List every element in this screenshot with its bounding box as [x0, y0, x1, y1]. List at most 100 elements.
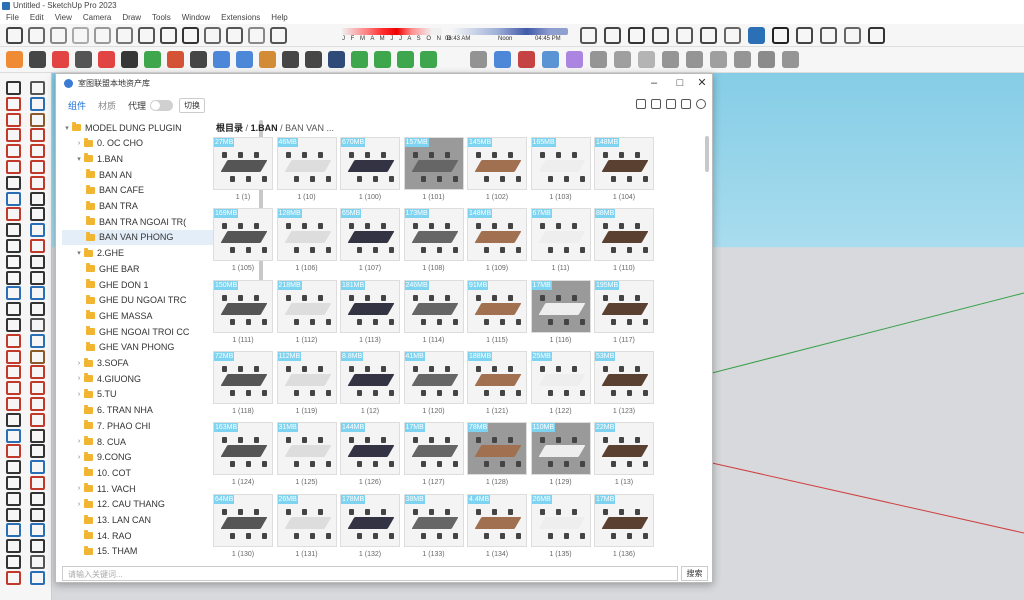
component-card[interactable]: 31MB 1 (125)	[276, 422, 337, 486]
toolbar-view-icon[interactable]	[796, 27, 813, 44]
plugin-tool-icon[interactable]	[734, 51, 751, 68]
component-thumbnail[interactable]: 8.8MB	[340, 350, 400, 404]
draw-tool-icon[interactable]	[6, 523, 21, 538]
component-thumbnail[interactable]: 195MB	[594, 279, 654, 333]
toolbar-view-icon[interactable]	[652, 27, 669, 44]
toolbar-view-icon[interactable]	[604, 27, 621, 44]
component-card[interactable]: 181MB 1 (113)	[340, 279, 400, 344]
component-card[interactable]: 8.8MB 1 (12)	[340, 350, 400, 415]
expand-arrow-icon[interactable]: ›	[74, 360, 84, 367]
component-card[interactable]: 17MB 1 (136)	[594, 493, 654, 558]
proxy-toggle[interactable]	[150, 99, 174, 111]
draw-tool-icon[interactable]	[6, 286, 21, 301]
expand-arrow-icon[interactable]: ›	[74, 391, 84, 398]
draw-tool-icon[interactable]	[30, 318, 45, 332]
settings-gear-icon[interactable]	[696, 99, 706, 109]
component-thumbnail[interactable]: 78MB	[467, 422, 527, 476]
component-card[interactable]: 72MB 1 (118)	[213, 350, 273, 415]
plugin-tool-icon[interactable]	[518, 51, 535, 68]
component-card[interactable]: 91MB 1 (115)	[467, 279, 527, 344]
draw-tool-icon[interactable]	[30, 460, 45, 475]
draw-tool-icon[interactable]	[6, 539, 21, 554]
draw-tool-icon[interactable]	[6, 412, 21, 427]
menu-extensions[interactable]: Extensions	[215, 11, 265, 24]
component-thumbnail[interactable]: 246MB	[403, 279, 464, 333]
expand-arrow-icon[interactable]: ▾	[62, 124, 72, 132]
component-card[interactable]: 22MB 1 (13)	[594, 422, 654, 486]
plugin-tool-icon[interactable]	[470, 51, 487, 68]
component-thumbnail[interactable]: 188MB	[467, 350, 527, 404]
component-card[interactable]: 169MB 1 (105)	[213, 208, 273, 272]
minimize-button[interactable]: –	[640, 74, 668, 93]
component-card[interactable]: 110MB 1 (129)	[530, 422, 591, 486]
component-thumbnail[interactable]: 41MB	[403, 350, 464, 404]
component-card[interactable]: 163MB 1 (124)	[213, 422, 273, 486]
expand-arrow-icon[interactable]: ›	[74, 501, 84, 508]
component-thumbnail[interactable]: 144MB	[340, 422, 400, 476]
component-card[interactable]: 26MB 1 (131)	[276, 493, 337, 558]
component-thumbnail[interactable]: 181MB	[340, 279, 400, 333]
component-card[interactable]: 218MB 1 (112)	[276, 279, 337, 344]
expand-arrow-icon[interactable]: ›	[74, 375, 84, 382]
draw-tool-icon[interactable]	[6, 444, 21, 459]
component-thumbnail[interactable]: 128MB	[276, 208, 337, 262]
search-input[interactable]: 请输入关键词...	[62, 566, 678, 581]
component-thumbnail[interactable]: 163MB	[213, 422, 273, 476]
draw-tool-icon[interactable]	[30, 555, 45, 569]
toolbar-view-icon[interactable]	[724, 27, 741, 44]
plugin-tool-icon[interactable]	[614, 51, 631, 68]
component-card[interactable]: 25MB 1 (122)	[530, 350, 591, 415]
component-card[interactable]: 246MB 1 (114)	[403, 279, 464, 344]
draw-tool-icon[interactable]	[6, 349, 21, 364]
component-thumbnail[interactable]: 178MB	[340, 493, 400, 547]
plugin-tool-icon[interactable]	[542, 51, 559, 68]
component-thumbnail[interactable]: 72MB	[213, 350, 273, 404]
component-card[interactable]: 4.4MB 1 (134)	[467, 493, 527, 558]
component-thumbnail[interactable]: 17MB	[530, 279, 591, 333]
draw-tool-icon[interactable]	[30, 128, 45, 143]
cloud-icon[interactable]	[636, 99, 646, 109]
component-card[interactable]: 88MB 1 (110)	[594, 208, 654, 272]
component-thumbnail[interactable]: 169MB	[213, 208, 273, 262]
menu-tools[interactable]: Tools	[146, 11, 176, 24]
draw-tool-icon[interactable]	[6, 491, 21, 506]
draw-tool-icon[interactable]	[30, 112, 45, 127]
draw-tool-icon[interactable]	[6, 160, 21, 174]
component-thumbnail[interactable]: 38MB	[403, 493, 464, 547]
toolbar-tool-icon[interactable]	[116, 27, 133, 44]
component-thumbnail[interactable]: 88MB	[594, 208, 654, 262]
draw-tool-icon[interactable]	[30, 175, 45, 190]
component-thumbnail[interactable]: 218MB	[276, 279, 337, 333]
toolbar-tool-icon[interactable]	[50, 27, 67, 44]
plugin-tool-icon[interactable]	[29, 51, 46, 68]
plugin-tool-icon[interactable]	[52, 51, 69, 68]
draw-tool-icon[interactable]	[30, 570, 45, 585]
component-thumbnail[interactable]: 65MB	[340, 208, 400, 262]
component-thumbnail[interactable]: 25MB	[530, 350, 591, 404]
toolbar-tool-icon[interactable]	[226, 27, 243, 44]
grid-scrollbar[interactable]	[705, 136, 709, 172]
component-card[interactable]: 53MB 1 (123)	[594, 350, 654, 415]
component-card[interactable]: 65MB 1 (107)	[340, 208, 400, 272]
component-thumbnail[interactable]: 157MB	[403, 137, 464, 190]
breadcrumb-current[interactable]: 1.BAN	[251, 123, 278, 133]
draw-tool-icon[interactable]	[6, 223, 21, 238]
component-thumbnail[interactable]: 112MB	[276, 350, 337, 404]
component-card[interactable]: 17MB 1 (116)	[530, 279, 591, 344]
plugin-tool-icon[interactable]	[374, 51, 391, 68]
component-card[interactable]: 165MB 1 (103)	[530, 137, 591, 201]
plugin-tool-icon[interactable]	[236, 51, 253, 68]
draw-tool-icon[interactable]	[30, 81, 45, 95]
draw-tool-icon[interactable]	[30, 476, 45, 490]
component-card[interactable]: 145MB 1 (102)	[467, 137, 527, 201]
draw-tool-icon[interactable]	[30, 191, 45, 206]
draw-tool-icon[interactable]	[6, 112, 21, 127]
toolbar-tool-icon[interactable]	[182, 27, 199, 44]
expand-arrow-icon[interactable]: ▾	[74, 155, 84, 163]
draw-tool-icon[interactable]	[30, 239, 45, 253]
component-thumbnail[interactable]: 27MB	[213, 137, 273, 190]
component-card[interactable]: 188MB 1 (121)	[467, 350, 527, 415]
shadow-settings[interactable]: J F M A M J J A S O N D 06:43 AM Noon 04…	[320, 28, 570, 44]
component-thumbnail[interactable]: 173MB	[403, 208, 464, 262]
toolbar-tool-icon[interactable]	[72, 27, 89, 44]
